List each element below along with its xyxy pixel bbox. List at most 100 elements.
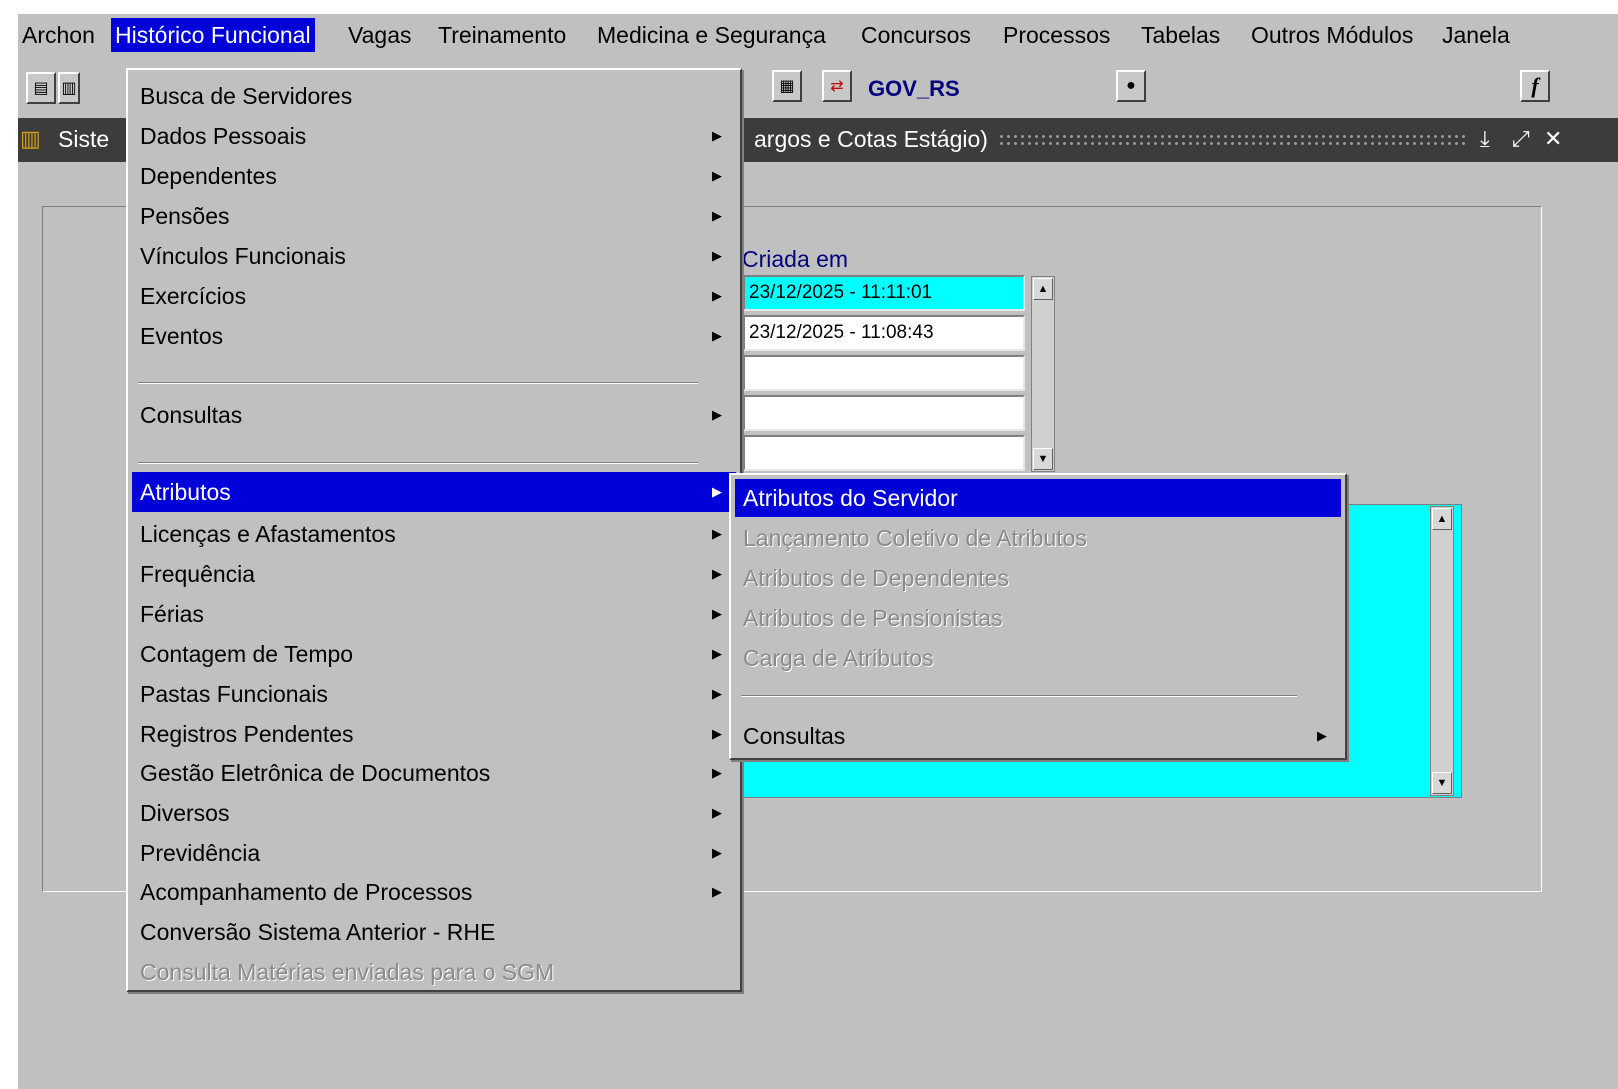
records-scrollbar[interactable]: ▲ ▼ bbox=[1031, 276, 1055, 472]
menu-item-label: Contagem de Tempo bbox=[140, 641, 354, 667]
menu-item-consulta-materias-sgm: Consulta Matérias enviadas para o SGM bbox=[132, 952, 736, 992]
submenu-arrow-icon: ▶ bbox=[712, 168, 722, 183]
menu-item-acompanhamento-processos[interactable]: Acompanhamento de Processos ▶ bbox=[132, 872, 736, 912]
historico-funcional-menu: Busca de Servidores Dados Pessoais ▶ Depe… bbox=[126, 68, 742, 992]
menu-item-licencas-afastamentos[interactable]: Licenças e Afastamentos ▶ bbox=[132, 514, 736, 554]
window-title-right: argos e Cotas Estágio) bbox=[754, 126, 988, 152]
menu-item-diversos[interactable]: Diversos ▶ bbox=[132, 793, 736, 833]
menu-item-label: Frequência bbox=[140, 561, 256, 587]
submenu-arrow-icon: ▶ bbox=[712, 248, 722, 263]
menu-tabelas[interactable]: Tabelas bbox=[1137, 18, 1224, 52]
titlebar-grip bbox=[998, 133, 1468, 147]
scroll-up-icon[interactable]: ▲ bbox=[1432, 508, 1452, 530]
menu-item-consultas[interactable]: Consultas ▶ bbox=[132, 395, 736, 435]
menu-item-label: Vínculos Funcionais bbox=[140, 243, 346, 269]
submenu-item-label: Carga de Atributos bbox=[743, 645, 934, 671]
menu-item-pensoes[interactable]: Pensões ▶ bbox=[132, 196, 736, 236]
menu-item-label: Busca de Servidores bbox=[140, 83, 353, 109]
created-at-field[interactable]: 23/12/2025 - 11:11:01 bbox=[743, 275, 1025, 311]
menu-treinamento[interactable]: Treinamento bbox=[434, 18, 570, 52]
submenu-item-label: Lançamento Coletivo de Atributos bbox=[743, 525, 1087, 551]
submenu-arrow-icon: ▶ bbox=[712, 208, 722, 223]
submenu-arrow-icon: ▶ bbox=[712, 845, 722, 860]
menu-concursos[interactable]: Concursos bbox=[857, 18, 975, 52]
menu-item-label: Exercícios bbox=[140, 283, 247, 309]
menu-item-label: Previdência bbox=[140, 840, 261, 866]
menu-historico-funcional[interactable]: Histórico Funcional bbox=[111, 18, 315, 52]
submenu-item-atributos-pensionistas: Atributos de Pensionistas bbox=[735, 599, 1341, 637]
submenu-item-carga-atributos: Carga de Atributos bbox=[735, 639, 1341, 677]
submenu-arrow-icon: ▶ bbox=[1317, 728, 1327, 743]
text-area-scrollbar[interactable]: ▲ ▼ bbox=[1430, 506, 1454, 796]
submenu-arrow-icon: ▶ bbox=[712, 128, 722, 143]
submenu-item-atributos-dependentes: Atributos de Dependentes bbox=[735, 559, 1341, 597]
app-window: Archon Histórico Funcional Vagas Treinam… bbox=[18, 14, 1618, 1089]
menu-janela[interactable]: Janela bbox=[1438, 18, 1514, 52]
menu-item-registros-pendentes[interactable]: Registros Pendentes ▶ bbox=[132, 714, 736, 754]
save-icon[interactable]: ▤ bbox=[26, 72, 56, 104]
menu-item-label: Conversão Sistema Anterior - RHE bbox=[140, 919, 496, 945]
submenu-arrow-icon: ▶ bbox=[712, 726, 722, 741]
submenu-arrow-icon: ▶ bbox=[712, 686, 722, 701]
menu-item-conversao-sistema-anterior[interactable]: Conversão Sistema Anterior - RHE bbox=[132, 912, 736, 952]
scroll-down-icon[interactable]: ▼ bbox=[1033, 448, 1053, 470]
menu-outros-modulos[interactable]: Outros Módulos bbox=[1247, 18, 1417, 52]
user-hat-icon[interactable]: ● bbox=[1116, 70, 1146, 102]
submenu-item-label: Consultas bbox=[743, 723, 846, 749]
menu-item-label: Registros Pendentes bbox=[140, 721, 354, 747]
menu-item-label: Férias bbox=[140, 601, 204, 627]
menu-item-label: Eventos bbox=[140, 323, 224, 349]
menu-item-contagem-tempo[interactable]: Contagem de Tempo ▶ bbox=[132, 634, 736, 674]
menu-medicina-seguranca[interactable]: Medicina e Segurança bbox=[593, 18, 830, 52]
created-at-field[interactable] bbox=[743, 395, 1025, 431]
submenu-arrow-icon: ▶ bbox=[712, 805, 722, 820]
excel-export-icon[interactable]: ▦ bbox=[772, 70, 802, 102]
created-at-field[interactable]: 23/12/2025 - 11:08:43 bbox=[743, 315, 1025, 351]
menu-separator bbox=[138, 462, 698, 464]
submenu-arrow-icon: ▶ bbox=[712, 407, 722, 422]
menu-separator bbox=[741, 695, 1297, 697]
submenu-item-consultas[interactable]: Consultas ▶ bbox=[735, 717, 1341, 755]
scroll-down-icon[interactable]: ▼ bbox=[1432, 772, 1452, 794]
menu-item-label: Pastas Funcionais bbox=[140, 681, 328, 707]
close-icon[interactable]: ✕ bbox=[1544, 126, 1562, 152]
menu-processos[interactable]: Processos bbox=[999, 18, 1114, 52]
submenu-arrow-icon: ▶ bbox=[712, 566, 722, 581]
menu-item-label: Dependentes bbox=[140, 163, 277, 189]
menu-item-pastas-funcionais[interactable]: Pastas Funcionais ▶ bbox=[132, 674, 736, 714]
menu-item-atributos[interactable]: Atributos ▶ bbox=[132, 472, 736, 512]
window-title-left: Siste bbox=[58, 126, 110, 152]
maximize-icon[interactable]: ⤢ bbox=[1512, 126, 1530, 152]
menu-item-ferias[interactable]: Férias ▶ bbox=[132, 594, 736, 634]
created-at-field[interactable] bbox=[743, 355, 1025, 391]
minimize-icon[interactable]: ⤓ bbox=[1480, 126, 1490, 152]
scroll-up-icon[interactable]: ▲ bbox=[1033, 278, 1053, 300]
menu-item-eventos[interactable]: Eventos ▶ bbox=[132, 316, 736, 356]
menu-item-vinculos-funcionais[interactable]: Vínculos Funcionais ▶ bbox=[132, 236, 736, 276]
menu-item-gestao-eletronica-documentos[interactable]: Gestão Eletrônica de Documentos ▶ bbox=[132, 753, 736, 793]
submenu-item-atributos-servidor[interactable]: Atributos do Servidor bbox=[735, 479, 1341, 517]
menu-item-label: Pensões bbox=[140, 203, 230, 229]
menu-separator bbox=[138, 382, 698, 384]
submenu-arrow-icon: ▶ bbox=[712, 328, 722, 343]
submenu-arrow-icon: ▶ bbox=[712, 526, 722, 541]
menu-item-dados-pessoais[interactable]: Dados Pessoais ▶ bbox=[132, 116, 736, 156]
menu-item-label: Gestão Eletrônica de Documentos bbox=[140, 760, 491, 786]
submenu-item-label: Atributos de Dependentes bbox=[743, 565, 1009, 591]
menu-archon[interactable]: Archon bbox=[18, 18, 99, 52]
menubar: Archon Histórico Funcional Vagas Treinam… bbox=[18, 14, 1618, 56]
org-label: GOV_RS bbox=[868, 76, 960, 101]
menu-item-busca-servidores[interactable]: Busca de Servidores bbox=[132, 76, 736, 116]
emp-switch-icon[interactable]: ⇄ bbox=[822, 70, 852, 102]
menu-item-label: Dados Pessoais bbox=[140, 123, 307, 149]
menu-item-previdencia[interactable]: Previdência ▶ bbox=[132, 833, 736, 873]
menu-item-label: Licenças e Afastamentos bbox=[140, 521, 396, 547]
submenu-arrow-icon: ▶ bbox=[712, 765, 722, 780]
menu-item-dependentes[interactable]: Dependentes ▶ bbox=[132, 156, 736, 196]
menu-item-exercicios[interactable]: Exercícios ▶ bbox=[132, 276, 736, 316]
menu-vagas[interactable]: Vagas bbox=[344, 18, 416, 52]
menu-item-frequencia[interactable]: Frequência ▶ bbox=[132, 554, 736, 594]
delete-icon[interactable]: ▥ bbox=[58, 72, 80, 104]
function-icon[interactable]: f bbox=[1520, 70, 1550, 102]
created-at-field[interactable] bbox=[743, 435, 1025, 471]
